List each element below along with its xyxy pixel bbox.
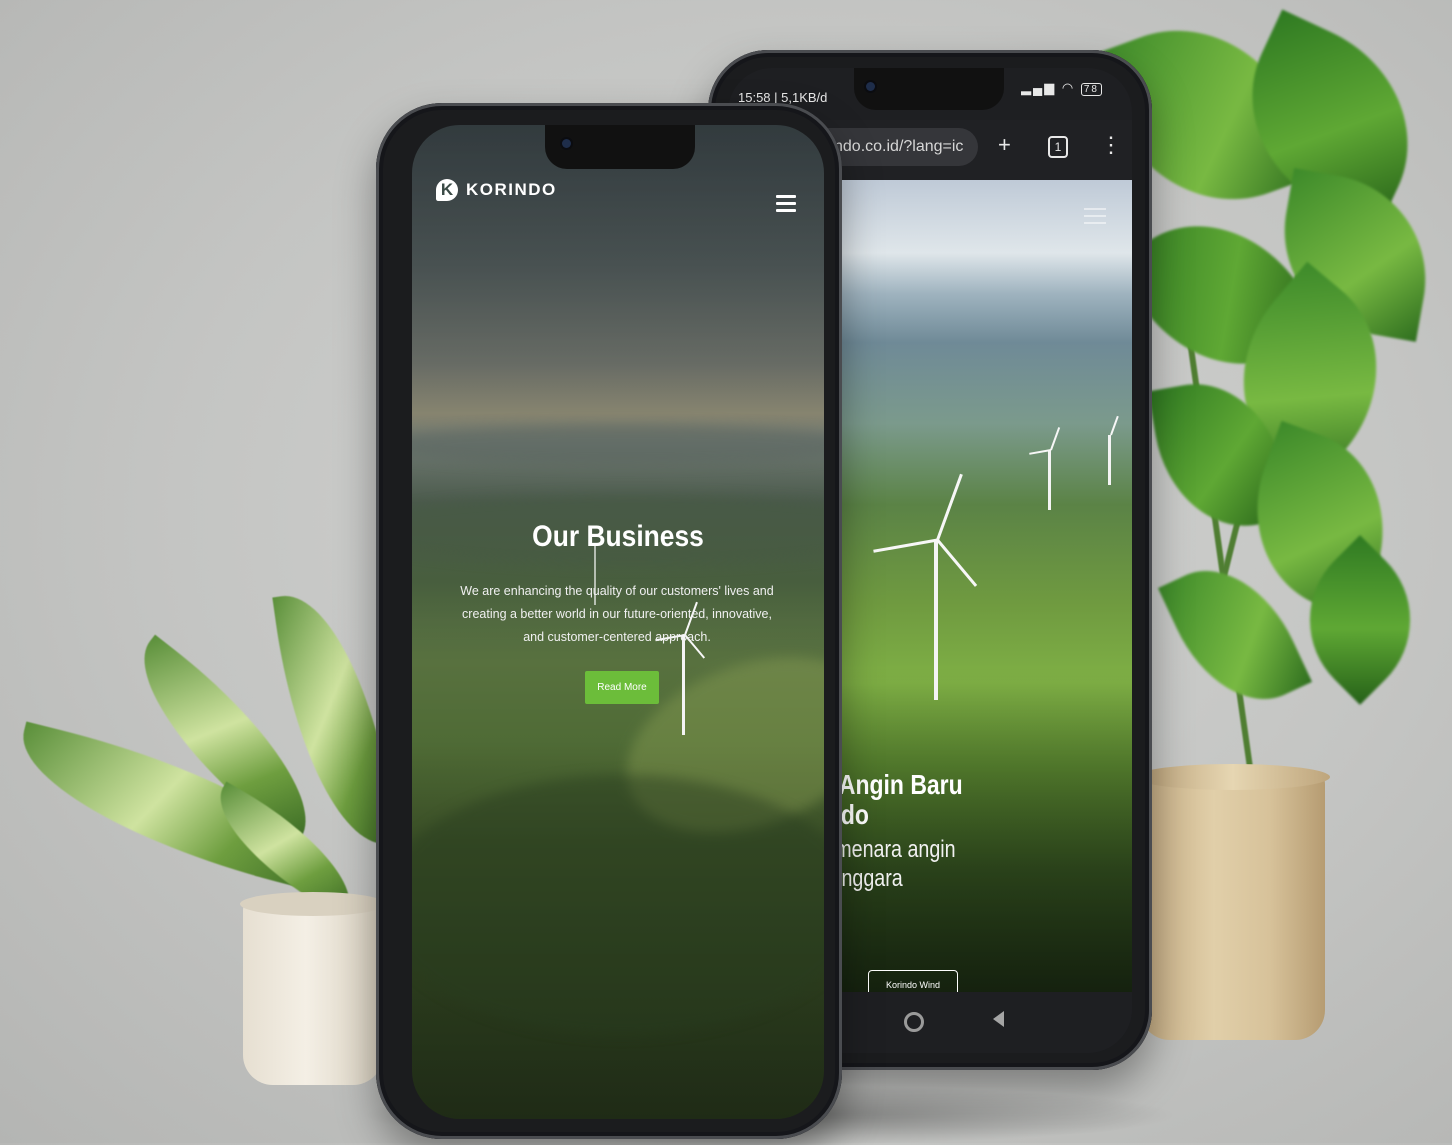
korindo-logo-icon: K xyxy=(436,179,458,201)
back-nav-icon[interactable] xyxy=(993,1011,1004,1027)
hero-description: We are enhancing the quality of our cust… xyxy=(460,584,774,644)
signal-icon: ▂▄▆ xyxy=(1021,80,1057,95)
home-nav-icon[interactable] xyxy=(904,1012,924,1032)
logo-text: KORINDO xyxy=(466,180,557,199)
front-camera xyxy=(866,82,875,91)
overflow-menu-icon[interactable]: ⋮ xyxy=(1100,132,1122,158)
front-phone-screen: K KORINDO Our Business We are enhancing … xyxy=(412,125,824,1119)
read-more-button[interactable]: Read More xyxy=(585,671,659,704)
hamburger-menu-icon[interactable] xyxy=(1084,208,1106,229)
tab-switcher-button[interactable]: 1 xyxy=(1048,136,1068,158)
front-camera xyxy=(562,139,571,148)
battery-icon: 78 xyxy=(1080,83,1102,96)
hamburger-menu-icon[interactable] xyxy=(776,195,796,216)
korindo-logo[interactable]: K KORINDO xyxy=(436,179,557,201)
notch xyxy=(854,68,1004,110)
front-phone: K KORINDO Our Business We are enhancing … xyxy=(376,103,842,1139)
new-tab-icon[interactable]: + xyxy=(998,132,1011,158)
status-icons: ▂▄▆ ◠ 78 xyxy=(1021,80,1102,96)
hero-title: Our Business xyxy=(532,520,704,553)
plant-pot-left xyxy=(240,892,386,1085)
plant-pot-right xyxy=(1135,764,1330,1040)
wifi-icon: ◠ xyxy=(1061,80,1076,95)
